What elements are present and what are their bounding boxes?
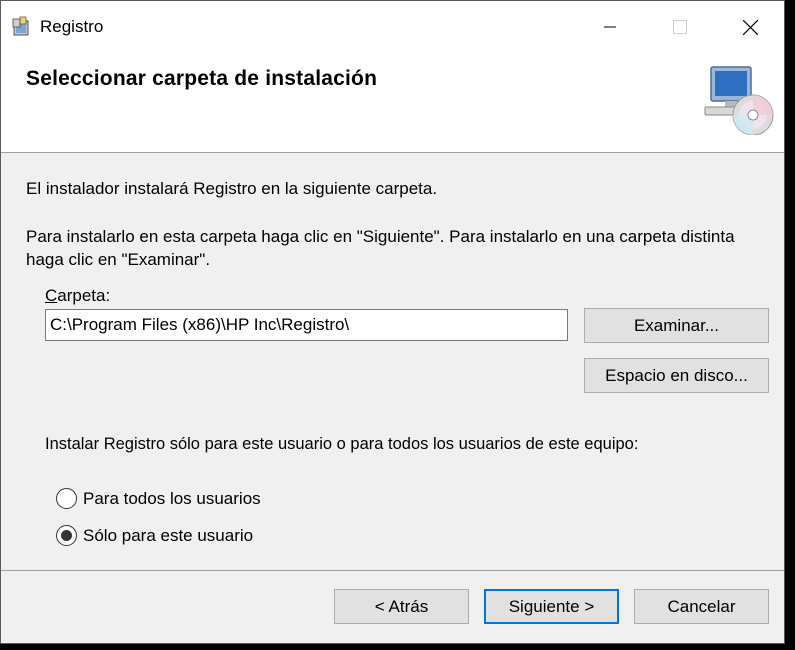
intro-text: El instalador instalará Registro en la s… <box>26 179 438 198</box>
install-scope-question: Instalar Registro sólo para este usuario… <box>45 435 639 453</box>
maximize-icon <box>673 20 687 34</box>
cancel-button[interactable]: Cancelar <box>634 589 769 624</box>
title-bar[interactable]: Registro <box>1 1 784 53</box>
radio-this-user[interactable]: Sólo para este usuario <box>56 525 253 546</box>
close-button[interactable] <box>715 1 785 53</box>
back-button[interactable]: < Atrás <box>334 589 469 624</box>
header-banner: Seleccionar carpeta de instalación <box>1 53 784 153</box>
minimize-icon <box>604 26 616 28</box>
close-icon <box>742 19 758 35</box>
radio-label-this-user: Sólo para este usuario <box>83 525 254 545</box>
computer-cd-icon <box>704 66 774 135</box>
radio-button-checked[interactable] <box>56 525 77 546</box>
installer-app-icon <box>12 16 29 36</box>
browse-button[interactable]: Examinar... <box>584 308 769 343</box>
radio-label-all-users: Para todos los usuarios <box>83 488 261 508</box>
installer-window: Registro Seleccionar carpeta de instalac… <box>0 0 785 644</box>
minimize-button[interactable] <box>575 1 645 53</box>
window-title: Registro <box>40 17 104 36</box>
footer-divider <box>1 570 784 571</box>
radio-button-unchecked[interactable] <box>56 488 77 509</box>
disk-space-button[interactable]: Espacio en disco... <box>584 358 769 393</box>
folder-label-text: arpeta: <box>57 286 111 305</box>
maximize-button[interactable] <box>645 1 715 53</box>
folder-label-accelerator: C <box>45 286 58 305</box>
instructions-text: Para instalarlo en esta carpeta haga cli… <box>26 227 735 269</box>
folder-path-input[interactable] <box>45 309 568 341</box>
next-button[interactable]: Siguiente > <box>484 589 619 624</box>
radio-all-users[interactable]: Para todos los usuarios <box>56 488 261 509</box>
folder-label: Carpeta: <box>45 284 110 307</box>
page-title: Seleccionar carpeta de instalación <box>26 67 378 90</box>
radio-selected-dot <box>61 530 72 541</box>
